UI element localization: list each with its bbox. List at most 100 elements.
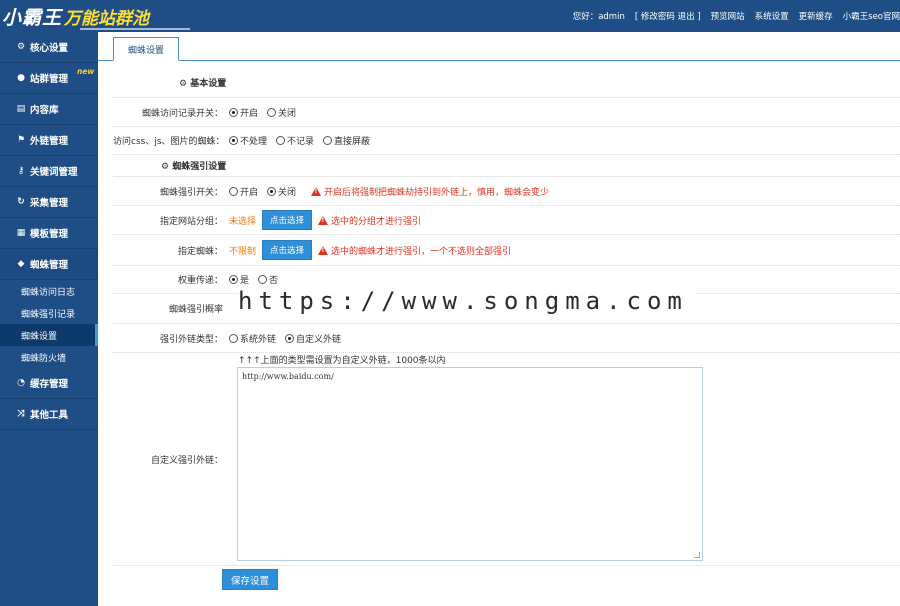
gear-icon: ⚙ bbox=[179, 79, 191, 89]
link-icon: ⚑ bbox=[16, 135, 26, 145]
section-title-force-text: 蜘蛛强引设置 bbox=[172, 162, 227, 172]
spider-select-value: 不限制 bbox=[229, 246, 257, 257]
change-password-logout-link[interactable]: [ 修改密码 退出 ] bbox=[635, 10, 701, 22]
warning-text: 选中的分组才进行强引 bbox=[331, 216, 422, 227]
radio-force-on[interactable]: 开启 bbox=[229, 185, 258, 198]
logo[interactable]: 小霸王 万能站群池 bbox=[2, 2, 190, 30]
section-force-row: ⚙ 蜘蛛强引设置 bbox=[113, 155, 900, 177]
user-icon: ● bbox=[17, 73, 25, 83]
radio-weight-no[interactable]: 否 bbox=[258, 273, 278, 286]
radio-static-block[interactable]: 直接屏蔽 bbox=[323, 134, 370, 147]
sidebar-item-core-settings[interactable]: ⚙ 核心设置 bbox=[0, 32, 98, 63]
sidebar-subitem-spider-settings[interactable]: 蜘蛛设置 bbox=[0, 324, 98, 346]
radio-log-off[interactable]: 关闭 bbox=[267, 106, 296, 119]
warning-text: 选中的蜘蛛才进行强引，一个不选则全部强引 bbox=[331, 246, 512, 257]
radio-static-ignore[interactable]: 不处理 bbox=[229, 134, 267, 147]
sidebar-item-content-library[interactable]: ▤ 内容库 bbox=[0, 94, 98, 125]
section-title-basic: ⚙ 基本设置 bbox=[179, 76, 226, 89]
sidebar-subitem-spider-firewall[interactable]: 蜘蛛防火墙 bbox=[0, 346, 98, 368]
row-force-switch: 蜘蛛强引开关： 开启 关闭 开启后将强制把蜘蛛劫持引到外链上，慎用，蜘蛛会变少 bbox=[113, 177, 900, 206]
official-site-link[interactable]: 小霸王seo官网 bbox=[843, 10, 900, 22]
label-site-group: 指定网站分组： bbox=[159, 216, 223, 227]
refresh-icon: ↻ bbox=[17, 197, 25, 207]
sidebar-item-spider[interactable]: ◆ 蜘蛛管理 bbox=[0, 249, 98, 280]
dashboard-icon: ◔ bbox=[17, 378, 25, 388]
sidebar-item-label: 蜘蛛管理 bbox=[30, 260, 69, 271]
label-probability: 蜘蛛强引概率 bbox=[168, 305, 223, 315]
radio-label: 否 bbox=[269, 276, 279, 286]
shuffle-icon: ⤨ bbox=[17, 409, 25, 419]
key-icon: ⚷ bbox=[17, 166, 25, 176]
select-spider-button[interactable]: 点击选择 bbox=[262, 240, 313, 260]
preview-site-link[interactable]: 预览网站 bbox=[711, 10, 745, 22]
warning-group: 选中的分组才进行强引 bbox=[318, 214, 421, 227]
radio-label: 直接屏蔽 bbox=[334, 137, 371, 147]
logo-underline bbox=[80, 28, 190, 30]
custom-links-note: ↑↑↑上面的类型需设置为自定义外链，1000条以内 bbox=[238, 356, 446, 366]
sidebar-subitem-spider-log[interactable]: 蜘蛛访问日志 bbox=[0, 280, 98, 302]
logo-sub-text: 万能站群池 bbox=[64, 8, 150, 29]
top-nav: 您好：admin [ 修改密码 退出 ] 预览网站 系统设置 更新缓存 小霸王s… bbox=[573, 0, 900, 32]
document-icon: ▤ bbox=[16, 104, 26, 114]
label-force-switch: 蜘蛛强引开关： bbox=[159, 187, 223, 198]
row-link-type: 强引外链类型： 系统外链 自定义外链 bbox=[113, 324, 900, 353]
row-static-spider: 访问css、js、图片的蜘蛛： 不处理 不记录 直接屏蔽 bbox=[113, 127, 900, 155]
sidebar-item-label: 站群管理 bbox=[30, 74, 69, 85]
sidebar-item-label: 核心设置 bbox=[30, 43, 69, 54]
windows-icon: ▦ bbox=[16, 228, 26, 238]
radio-static-no-record[interactable]: 不记录 bbox=[276, 134, 314, 147]
textarea-value: http://www.baidu.com/ bbox=[242, 372, 334, 381]
radio-type-custom[interactable]: 自定义外链 bbox=[285, 332, 341, 345]
radio-label: 系统外链 bbox=[240, 334, 277, 345]
select-group-button[interactable]: 点击选择 bbox=[262, 210, 313, 230]
site-group-value: 未选择 bbox=[229, 216, 257, 227]
top-header: 小霸王 万能站群池 您好：admin [ 修改密码 退出 ] 预览网站 系统设置… bbox=[0, 0, 900, 32]
sidebar-item-templates[interactable]: ▦ 模板管理 bbox=[0, 218, 98, 249]
radio-label: 不处理 bbox=[240, 137, 268, 147]
sidebar-item-label: 缓存管理 bbox=[30, 379, 69, 390]
label-static-spider: 访问css、js、图片的蜘蛛： bbox=[113, 137, 225, 147]
warning-spider: 选中的蜘蛛才进行强引，一个不选则全部强引 bbox=[318, 244, 511, 257]
sidebar-subitem-force-record[interactable]: 蜘蛛强引记录 bbox=[0, 302, 98, 324]
radio-label: 不记录 bbox=[287, 137, 315, 147]
sidebar-item-label: 模板管理 bbox=[30, 229, 69, 240]
save-settings-button[interactable]: 保存设置 bbox=[222, 569, 279, 590]
label-weight: 权重传递： bbox=[177, 276, 223, 286]
sidebar-item-other-tools[interactable]: ⤨ 其他工具 bbox=[0, 399, 98, 430]
logo-main-text: 小霸王 bbox=[2, 6, 63, 29]
section-title-basic-text: 基本设置 bbox=[190, 79, 227, 89]
resize-grip-icon[interactable] bbox=[694, 552, 700, 558]
sidebar: ⚙ 核心设置 ● 站群管理 new ▤ 内容库 ⚑ 外链管理 ⚷ 关键词管理 ↻… bbox=[0, 32, 98, 606]
custom-links-textarea[interactable]: http://www.baidu.com/ bbox=[237, 367, 703, 561]
update-cache-link[interactable]: 更新缓存 bbox=[799, 10, 833, 22]
radio-label: 关闭 bbox=[278, 108, 297, 119]
sidebar-item-label: 采集管理 bbox=[30, 198, 69, 209]
tab-spider-settings[interactable]: 蜘蛛设置 bbox=[113, 37, 180, 61]
warning-force: 开启后将强制把蜘蛛劫持引到外链上，慎用，蜘蛛会变少 bbox=[311, 185, 549, 198]
radio-log-on[interactable]: 开启 bbox=[229, 106, 258, 119]
radio-weight-yes[interactable]: 是 bbox=[229, 273, 249, 286]
radio-type-system[interactable]: 系统外链 bbox=[229, 332, 276, 345]
sidebar-item-label: 关键词管理 bbox=[30, 167, 78, 178]
radio-label: 是 bbox=[240, 276, 250, 286]
sidebar-item-site-group[interactable]: ● 站群管理 new bbox=[0, 63, 98, 94]
section-basic-row: ⚙ 基本设置 bbox=[113, 68, 900, 98]
section-title-force: ⚙ 蜘蛛强引设置 bbox=[161, 159, 226, 172]
row-spider-log: 蜘蛛访问记录开关： 开启 关闭 bbox=[113, 98, 900, 127]
gear-icon: ⚙ bbox=[161, 162, 173, 172]
sidebar-item-label: 其他工具 bbox=[30, 410, 69, 421]
sidebar-item-label: 外链管理 bbox=[30, 136, 69, 147]
android-icon: ◆ bbox=[17, 259, 25, 269]
system-settings-link[interactable]: 系统设置 bbox=[755, 10, 789, 22]
radio-label: 关闭 bbox=[278, 187, 297, 198]
sidebar-item-keywords[interactable]: ⚷ 关键词管理 bbox=[0, 156, 98, 187]
row-site-group: 指定网站分组： 未选择 点击选择 选中的分组才进行强引 bbox=[113, 206, 900, 235]
sidebar-item-cache[interactable]: ◔ 缓存管理 bbox=[0, 368, 98, 399]
warning-icon bbox=[311, 186, 322, 196]
radio-force-off[interactable]: 关闭 bbox=[267, 185, 296, 198]
sidebar-item-collection[interactable]: ↻ 采集管理 bbox=[0, 187, 98, 218]
sidebar-item-external-links[interactable]: ⚑ 外链管理 bbox=[0, 125, 98, 156]
row-spider-select: 指定蜘蛛： 不限制 点击选择 选中的蜘蛛才进行强引，一个不选则全部强引 bbox=[113, 235, 900, 266]
greeting-text: 您好：admin bbox=[572, 12, 625, 22]
label-link-type: 强引外链类型： bbox=[159, 334, 223, 345]
